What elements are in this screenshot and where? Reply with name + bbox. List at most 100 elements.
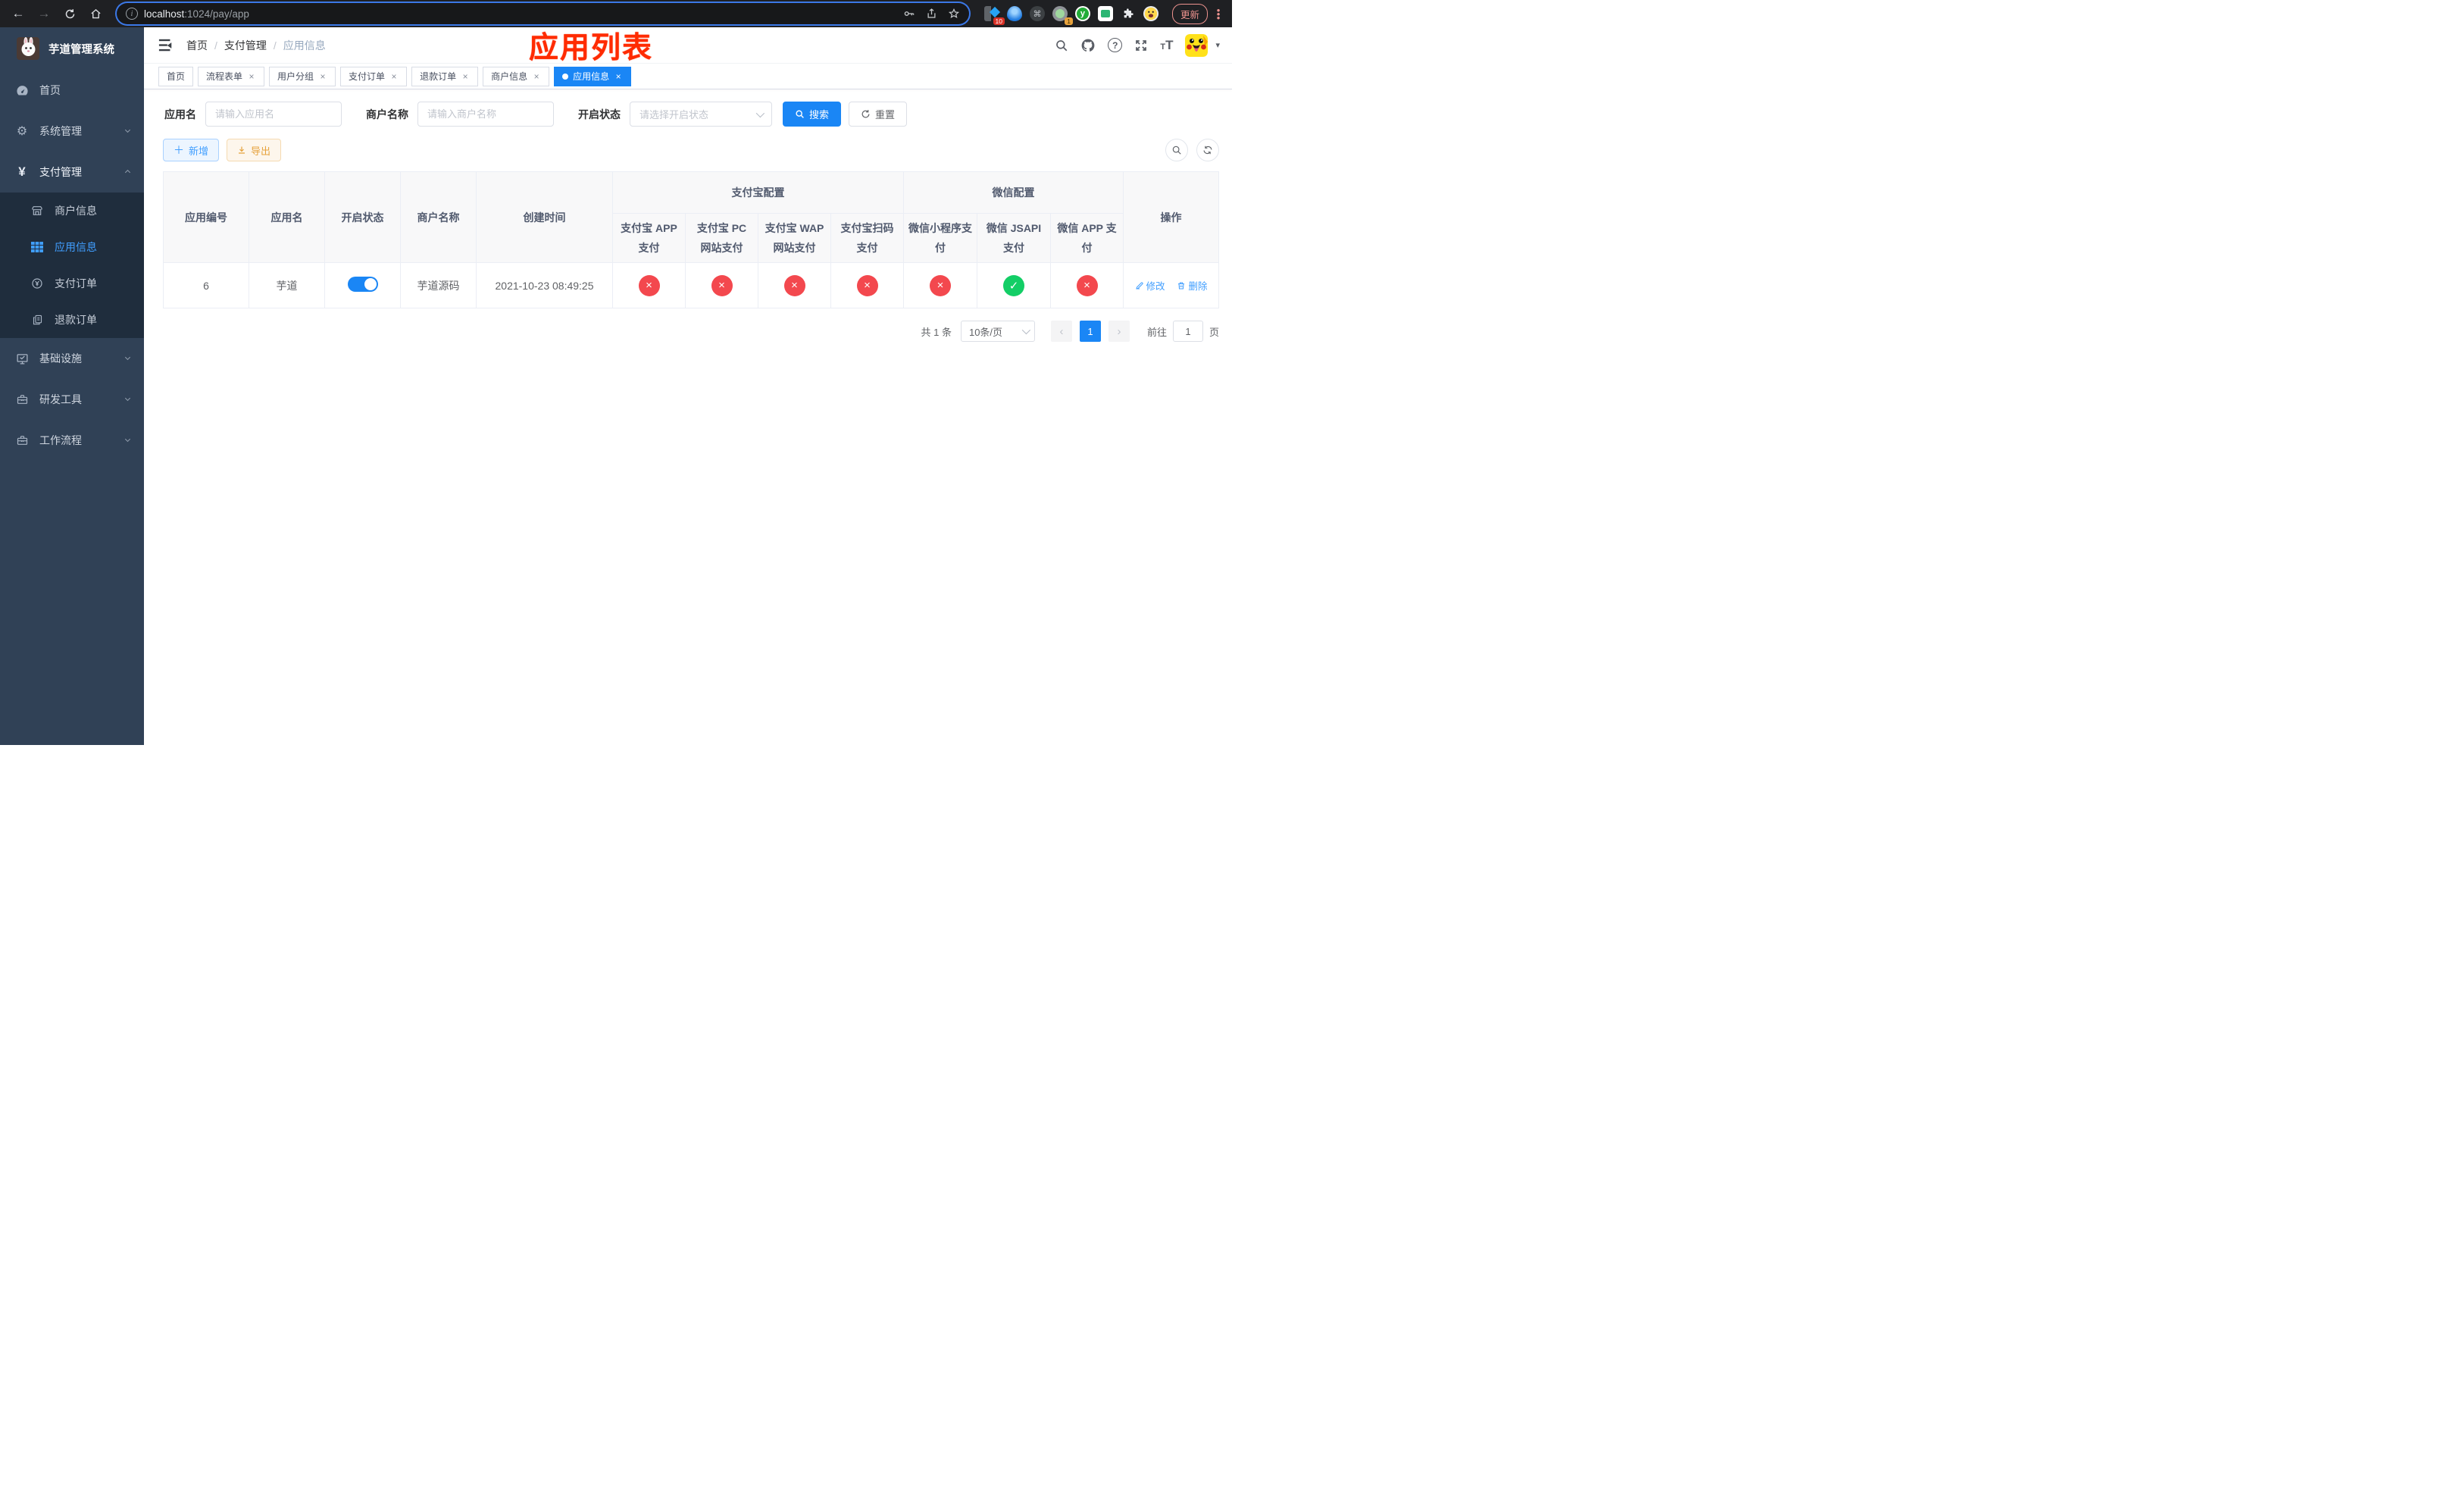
filter-form: 应用名 商户名称 开启状态 请选择开启状态: [163, 102, 1219, 127]
user-avatar[interactable]: [1185, 33, 1209, 57]
hamburger-icon[interactable]: [158, 38, 174, 53]
tab-merchant-info[interactable]: 商户信息 ×: [483, 66, 550, 86]
page-number-button[interactable]: 1: [1079, 321, 1101, 342]
breadcrumb-section[interactable]: 支付管理: [224, 38, 267, 53]
page-size-select[interactable]: 10条/页: [960, 321, 1035, 342]
share-icon[interactable]: [926, 8, 937, 20]
col-header-alipay-app: 支付宝 APP 支付: [612, 213, 686, 263]
add-button[interactable]: ＋ 新增: [163, 139, 220, 161]
browser-update-button[interactable]: 更新: [1171, 3, 1208, 24]
close-icon[interactable]: ×: [389, 71, 399, 82]
refresh-table-button[interactable]: [1196, 139, 1219, 161]
tab-pay-orders[interactable]: 支付订单 ×: [340, 66, 408, 86]
site-info-icon[interactable]: i: [126, 8, 138, 20]
password-key-icon[interactable]: [903, 8, 915, 20]
extensions-puzzle-icon[interactable]: [1121, 6, 1136, 21]
sidebar-item-label: 退款订单: [55, 314, 97, 326]
delete-link-label: 删除: [1188, 281, 1208, 292]
avatar-caret-icon[interactable]: ▾: [1215, 40, 1220, 50]
search-button[interactable]: 搜索: [783, 102, 842, 127]
sidebar-item-workflow[interactable]: 工作流程: [0, 420, 144, 461]
navbar-actions: ? TT ▾: [1055, 33, 1220, 57]
sidebar-item-home[interactable]: 首页: [0, 70, 144, 111]
chevron-down-icon: [1021, 325, 1031, 335]
app-table: 应用编号 应用名 开启状态 商户名称 创建时间 支付宝配置 微信配置 操作 支付…: [163, 171, 1219, 308]
tab-label: 流程表单: [206, 71, 243, 82]
grid-icon: [30, 242, 44, 252]
close-icon[interactable]: ×: [247, 71, 256, 82]
close-icon[interactable]: ×: [614, 71, 623, 82]
extension-y-icon[interactable]: y: [1074, 6, 1090, 21]
goto-page-input[interactable]: [1172, 321, 1203, 342]
sidebar-item-system[interactable]: ⚙ 系统管理: [0, 111, 144, 152]
merchant-name-input[interactable]: [417, 102, 554, 127]
export-button[interactable]: 导出: [227, 139, 282, 161]
tab-app-info[interactable]: 应用信息 ×: [554, 66, 632, 86]
col-header-alipay-pc: 支付宝 PC 网站支付: [685, 213, 758, 263]
sidebar-item-label: 支付管理: [39, 166, 82, 178]
breadcrumb-home[interactable]: 首页: [186, 38, 208, 53]
status-icon: ×: [1076, 274, 1098, 296]
plus-icon: ＋: [174, 144, 184, 156]
bookmark-star-icon[interactable]: [948, 8, 960, 20]
status-toggle[interactable]: [347, 277, 378, 292]
sidebar-item-refund-orders[interactable]: 退款订单: [0, 302, 144, 338]
extension-command-icon[interactable]: ⌘: [1029, 6, 1045, 21]
col-header-created: 创建时间: [476, 171, 613, 263]
edit-pencil-icon: [1135, 281, 1143, 290]
toggle-search-button[interactable]: [1165, 139, 1188, 161]
extension-chat-icon[interactable]: [1097, 6, 1113, 21]
extensions-area: 10 ⌘ 1 y: [983, 6, 1159, 25]
status-select[interactable]: 请选择开启状态: [630, 102, 772, 127]
tab-home[interactable]: 首页: [158, 66, 194, 86]
sidebar-logo[interactable]: 芋道管理系统: [0, 27, 144, 70]
next-page-button[interactable]: ›: [1108, 321, 1130, 342]
extension-pins-icon[interactable]: 10: [983, 6, 1005, 25]
prev-page-button[interactable]: ‹: [1050, 321, 1072, 342]
extension-recorder-icon[interactable]: 1: [1052, 6, 1073, 25]
tab-label: 支付订单: [349, 71, 386, 82]
add-button-label: 新增: [189, 145, 209, 157]
sidebar-item-pay-orders[interactable]: 支付订单: [0, 265, 144, 302]
cell-app-id: 6: [163, 262, 249, 308]
github-icon[interactable]: [1080, 38, 1096, 53]
page-size-value: 10条/页: [968, 326, 1003, 338]
reset-button[interactable]: 重置: [849, 102, 908, 127]
delete-link[interactable]: 删除: [1177, 278, 1207, 293]
trash-icon: [1178, 282, 1185, 289]
extension-balloon-icon[interactable]: [1006, 6, 1022, 21]
close-icon[interactable]: ×: [461, 71, 470, 82]
browser-reload-icon[interactable]: [59, 3, 80, 24]
table-row: 6 芋道 芋道源码 2021-10-23 08:49:25 × × × × × …: [163, 262, 1219, 308]
col-header-status: 开启状态: [324, 171, 401, 263]
font-size-icon[interactable]: TT: [1160, 38, 1173, 53]
browser-menu-icon[interactable]: • • •: [1212, 5, 1224, 23]
tab-refund-orders[interactable]: 退款订单 ×: [411, 66, 479, 86]
help-icon[interactable]: ?: [1108, 38, 1123, 52]
browser-home-icon[interactable]: [85, 3, 106, 24]
reset-button-label: 重置: [875, 109, 896, 121]
browser-forward-icon[interactable]: →: [33, 3, 55, 24]
close-icon[interactable]: ×: [318, 71, 327, 82]
browser-back-icon[interactable]: ←: [8, 3, 29, 24]
tab-user-group[interactable]: 用户分组 ×: [269, 66, 336, 86]
edit-link[interactable]: 修改: [1135, 278, 1165, 293]
search-icon[interactable]: [1055, 39, 1068, 52]
fullscreen-icon[interactable]: [1134, 39, 1148, 52]
tab-process-form[interactable]: 流程表单 ×: [198, 66, 265, 86]
export-button-label: 导出: [251, 145, 271, 157]
sidebar-item-infrastructure[interactable]: 基础设施: [0, 338, 144, 379]
shop-icon: [30, 205, 44, 217]
sidebar-item-app-info[interactable]: 应用信息: [0, 229, 144, 265]
address-bar[interactable]: i localhost:1024/pay/app: [117, 3, 969, 24]
sidebar-item-dev-tools[interactable]: 研发工具: [0, 379, 144, 420]
goto-label: 前往: [1146, 326, 1167, 338]
sidebar-item-payment[interactable]: ¥ 支付管理: [0, 152, 144, 193]
close-icon[interactable]: ×: [532, 71, 541, 82]
status-icon: ×: [638, 274, 660, 296]
sidebar-item-merchant-info[interactable]: 商户信息: [0, 193, 144, 229]
col-header-wechat-app: 微信 APP 支付: [1050, 213, 1124, 263]
app-name-input[interactable]: [205, 102, 342, 127]
profile-avatar[interactable]: [1143, 6, 1159, 21]
cell-merchant: 芋道源码: [400, 262, 477, 308]
